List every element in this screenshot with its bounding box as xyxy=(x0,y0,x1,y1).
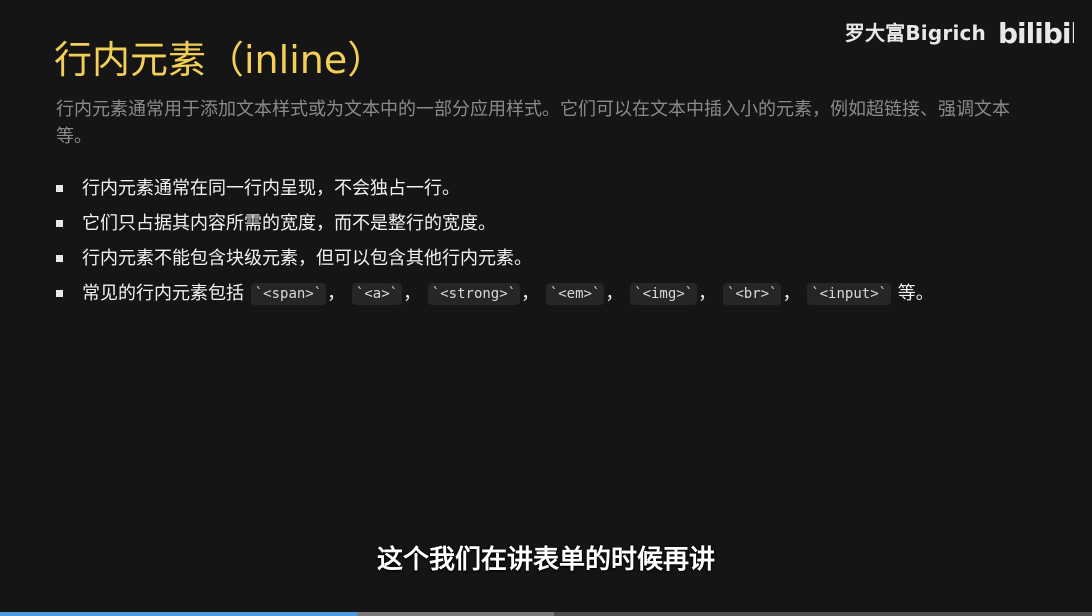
video-frame: 罗大富Bigrich bilibili 行内元素（inline） 行内元素通常用… xyxy=(0,0,1092,616)
slide-title: 行内元素（inline） xyxy=(54,38,386,82)
bullet-text: 行内元素通常在同一行内呈现，不会独占一行。 xyxy=(82,177,460,199)
bullet-text: 它们只占据其内容所需的宽度，而不是整行的宽度。 xyxy=(82,212,496,234)
bilibili-logo-icon: bilibili xyxy=(998,17,1074,50)
separator: ， xyxy=(521,282,540,304)
bullet-item: 行内元素不能包含块级元素，但可以包含其他行内元素。 xyxy=(56,241,956,276)
watermark: 罗大富Bigrich bilibili xyxy=(845,16,1074,50)
code-input: `<input>` xyxy=(807,282,892,305)
bullet-suffix: 等。 xyxy=(897,282,934,304)
played-progress xyxy=(0,612,358,616)
bullet-item: 常见的行内元素包括 `<span>`， `<a>`， `<strong>`， `… xyxy=(56,276,956,311)
separator: ， xyxy=(698,282,717,304)
square-bullet-icon xyxy=(56,290,63,297)
code-em: `<em>` xyxy=(545,282,605,305)
code-img: `<img>` xyxy=(630,282,698,305)
square-bullet-icon xyxy=(56,220,63,227)
video-progress-bar[interactable] xyxy=(0,612,1092,616)
separator: ， xyxy=(327,282,346,304)
watermark-author: 罗大富Bigrich xyxy=(844,21,986,45)
bullet-item: 行内元素通常在同一行内呈现，不会独占一行。 xyxy=(56,171,956,206)
slide-description: 行内元素通常用于添加文本样式或为文本中的一部分应用样式。它们可以在文本中插入小的… xyxy=(56,99,1010,147)
separator: ， xyxy=(403,282,422,304)
separator: ， xyxy=(782,282,801,304)
bullet-text: 常见的行内元素包括 `<span>`， `<a>`， `<strong>`， `… xyxy=(82,282,934,305)
separator: ， xyxy=(605,282,624,304)
video-caption: 这个我们在讲表单的时候再讲 xyxy=(376,545,715,575)
bullet-list: 行内元素通常在同一行内呈现，不会独占一行。 它们只占据其内容所需的宽度，而不是整… xyxy=(56,171,956,311)
square-bullet-icon xyxy=(56,185,63,192)
bullet-item: 它们只占据其内容所需的宽度，而不是整行的宽度。 xyxy=(56,206,956,241)
buffered-progress xyxy=(357,612,554,616)
bullet-text: 行内元素不能包含块级元素，但可以包含其他行内元素。 xyxy=(82,247,532,269)
code-a: `<a>` xyxy=(351,282,403,305)
code-br: `<br>` xyxy=(722,282,782,305)
code-span: `<span>` xyxy=(250,282,327,305)
square-bullet-icon xyxy=(56,255,63,262)
svg-text:bilibili: bilibili xyxy=(998,17,1074,50)
bullet-prefix: 常见的行内元素包括 xyxy=(82,282,244,304)
code-strong: `<strong>` xyxy=(427,282,521,305)
